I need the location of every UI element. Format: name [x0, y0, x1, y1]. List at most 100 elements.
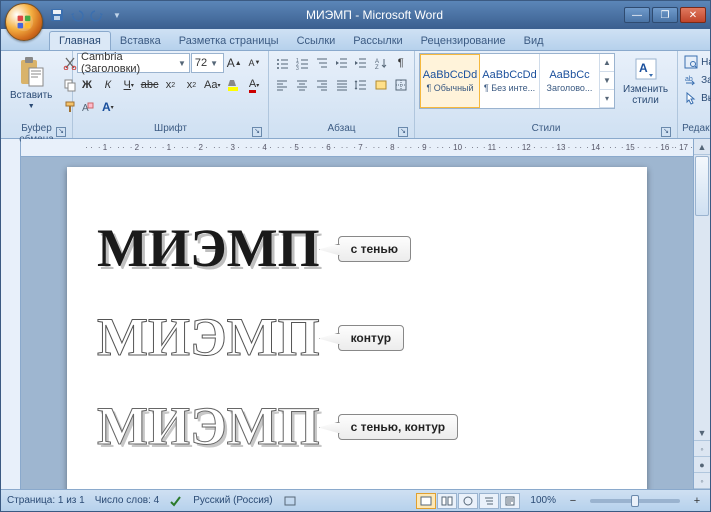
zoom-out-button[interactable]: − [566, 494, 580, 508]
group-styles: AaBbCcDd¶ ОбычныйAaBbCcDd¶ Без инте...Aa… [415, 51, 678, 138]
status-words[interactable]: Число слов: 4 [95, 495, 159, 506]
spellcheck-icon[interactable] [169, 495, 183, 507]
minimize-button[interactable]: — [624, 7, 650, 23]
subscript-button[interactable]: x2 [161, 75, 181, 95]
change-styles-button[interactable]: A Изменить стили [618, 53, 673, 109]
scroll-up-button[interactable]: ▲ [694, 139, 710, 155]
zoom-level[interactable]: 100% [530, 495, 556, 506]
tab-2[interactable]: Разметка страницы [170, 32, 288, 50]
paste-label: Вставить [10, 90, 52, 101]
decrease-indent-button[interactable] [332, 53, 351, 73]
shading-button[interactable] [372, 75, 391, 95]
tab-3[interactable]: Ссылки [288, 32, 345, 50]
scroll-thumb[interactable] [695, 156, 709, 216]
align-center-button[interactable] [293, 75, 312, 95]
insert-mode-icon[interactable] [283, 495, 297, 507]
paragraph-launcher[interactable]: ↘ [398, 127, 408, 137]
change-case-button[interactable]: Aa▾ [202, 75, 222, 95]
app-window: ▼ МИЭМП - Microsoft Word — ❐ ✕ ГлавнаяВс… [0, 0, 711, 512]
multilevel-button[interactable] [312, 53, 331, 73]
close-button[interactable]: ✕ [680, 7, 706, 23]
replace-button[interactable]: abЗаменить [682, 71, 711, 89]
borders-button[interactable] [391, 75, 410, 95]
office-button[interactable] [5, 3, 43, 41]
numbering-button[interactable]: 123 [293, 53, 312, 73]
justify-button[interactable] [332, 75, 351, 95]
show-marks-button[interactable]: ¶ [391, 53, 410, 73]
grow-font-button[interactable]: A▲ [225, 53, 244, 73]
font-size-combo[interactable]: 72▼ [191, 53, 224, 73]
styles-gallery[interactable]: AaBbCcDd¶ ОбычныйAaBbCcDd¶ Без инте...Aa… [419, 53, 615, 109]
document-canvas[interactable]: МИЭМП с тенью МИЭМП контур МИЭМП с тенью, кон… [21, 157, 693, 489]
find-button[interactable]: Найти▾ [682, 53, 711, 71]
styles-launcher[interactable]: ↘ [661, 127, 671, 137]
callout-1[interactable]: контур [338, 325, 404, 351]
line-spacing-button[interactable] [352, 75, 371, 95]
style-item-2[interactable]: AaBbCcЗаголово... [540, 54, 600, 108]
gallery-more[interactable]: ▾ [600, 90, 614, 108]
callout-0[interactable]: с тенью [338, 236, 411, 262]
clipboard-launcher[interactable]: ↘ [56, 127, 66, 137]
scroll-down-button[interactable]: ▼ [694, 425, 710, 441]
superscript-button[interactable]: x2 [181, 75, 201, 95]
underline-button[interactable]: Ч▾ [119, 75, 139, 95]
zoom-slider[interactable] [590, 499, 680, 503]
doc-text-2[interactable]: МИЭМП [97, 395, 320, 458]
zoom-in-button[interactable]: + [690, 494, 704, 508]
align-right-button[interactable] [312, 75, 331, 95]
sort-button[interactable]: AZ [372, 53, 391, 73]
prev-page-button[interactable]: ◦ [694, 441, 710, 457]
save-icon[interactable] [49, 7, 65, 23]
vertical-scrollbar[interactable]: ▲ ▼ ◦ ● ◦ [693, 139, 710, 489]
style-item-0[interactable]: AaBbCcDd¶ Обычный [420, 54, 480, 108]
select-icon [684, 91, 698, 105]
paste-button[interactable]: Вставить ▼ [5, 53, 57, 113]
maximize-button[interactable]: ❐ [652, 7, 678, 23]
doc-text-1[interactable]: МИЭМП [97, 306, 320, 369]
doc-line-2: МИЭМП с тенью, контур [97, 395, 617, 458]
strikethrough-button[interactable]: abc [140, 75, 160, 95]
tab-1[interactable]: Вставка [111, 32, 170, 50]
align-left-button[interactable] [273, 75, 292, 95]
undo-icon[interactable] [69, 7, 85, 23]
font-color-button[interactable]: A▾ [244, 75, 264, 95]
view-print-layout[interactable] [416, 493, 436, 509]
tab-0[interactable]: Главная [49, 31, 111, 50]
statusbar: Страница: 1 из 1 Число слов: 4 Русский (… [1, 489, 710, 511]
view-buttons [416, 493, 520, 509]
view-draft[interactable] [500, 493, 520, 509]
view-web-layout[interactable] [458, 493, 478, 509]
status-page[interactable]: Страница: 1 из 1 [7, 495, 85, 506]
font-name-combo[interactable]: Cambria (Заголовки)▼ [77, 53, 190, 73]
redo-icon[interactable] [89, 7, 105, 23]
view-full-reading[interactable] [437, 493, 457, 509]
next-page-button[interactable]: ◦ [694, 473, 710, 489]
increase-indent-button[interactable] [352, 53, 371, 73]
style-item-1[interactable]: AaBbCcDd¶ Без инте... [480, 54, 540, 108]
gallery-up[interactable]: ▲ [600, 54, 614, 72]
view-outline[interactable] [479, 493, 499, 509]
doc-text-0[interactable]: МИЭМП [97, 217, 320, 280]
gallery-down[interactable]: ▼ [600, 72, 614, 90]
status-language[interactable]: Русский (Россия) [193, 495, 272, 506]
tab-4[interactable]: Рассылки [344, 32, 411, 50]
zoom-knob[interactable] [631, 495, 639, 507]
qat-dropdown-icon[interactable]: ▼ [109, 7, 125, 23]
italic-button[interactable]: К [98, 75, 118, 95]
text-effects-button[interactable]: A▾ [98, 97, 118, 117]
browse-object-button[interactable]: ● [694, 457, 710, 473]
font-launcher[interactable]: ↘ [252, 127, 262, 137]
select-button[interactable]: Выделить▾ [682, 89, 711, 107]
bold-button[interactable]: Ж [77, 75, 97, 95]
shrink-font-button[interactable]: A▼ [245, 53, 264, 73]
clear-formatting-button[interactable]: A [77, 97, 97, 117]
tab-6[interactable]: Вид [515, 32, 553, 50]
highlight-button[interactable] [223, 75, 243, 95]
group-label-font: Шрифт↘ [77, 123, 264, 138]
callout-2[interactable]: с тенью, контур [338, 414, 459, 440]
bullets-button[interactable] [273, 53, 292, 73]
horizontal-ruler[interactable]: · ·· 1 ·· ·· 2 ·· ·· 1 ·· ·· 2 ·· ·· 3 ·… [21, 139, 693, 157]
vertical-ruler[interactable] [1, 139, 21, 489]
tab-5[interactable]: Рецензирование [412, 32, 515, 50]
replace-icon: ab [684, 73, 698, 87]
